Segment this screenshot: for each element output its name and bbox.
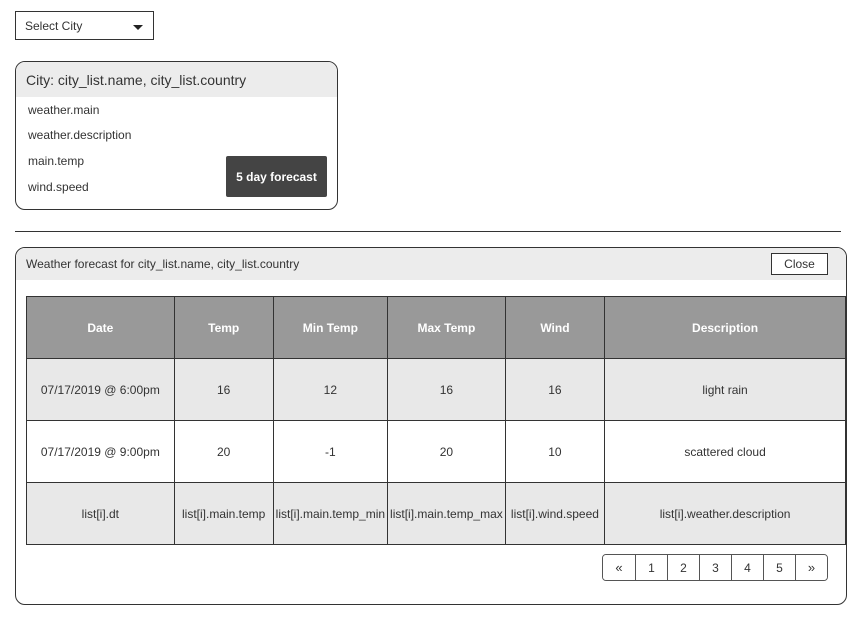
field-weather-description: weather.description xyxy=(28,128,132,142)
column-header-temp: Temp xyxy=(173,296,274,359)
cell-description: light rain xyxy=(604,358,846,421)
forecast-panel-title: Weather forecast for city_list.name, cit… xyxy=(26,257,300,271)
city-card-title: City: city_list.name, city_list.country xyxy=(16,62,337,97)
column-header-min-temp: Min Temp xyxy=(272,296,389,359)
cell-description: scattered cloud xyxy=(604,420,846,483)
field-main-temp: main.temp xyxy=(28,154,85,168)
field-weather-main: weather.main xyxy=(28,103,100,117)
cell-min-temp: -1 xyxy=(272,420,389,483)
forecast-table: Date Temp Min Temp Max Temp Wind Descrip… xyxy=(26,296,846,545)
cell-temp: 16 xyxy=(173,358,274,421)
cell-max-temp: list[i].main.temp_max xyxy=(387,482,506,545)
forecast-panel-header: Weather forecast for city_list.name, cit… xyxy=(16,248,846,280)
column-header-max-temp: Max Temp xyxy=(387,296,506,359)
cell-date: 07/17/2019 @ 6:00pm xyxy=(26,358,175,421)
five-day-forecast-button[interactable]: 5 day forecast xyxy=(226,156,327,197)
forecast-panel: Weather forecast for city_list.name, cit… xyxy=(15,247,847,605)
cell-max-temp: 20 xyxy=(387,420,506,483)
column-header-wind: Wind xyxy=(504,296,606,359)
cell-date: list[i].dt xyxy=(26,482,175,545)
pagination-prev-button[interactable]: « xyxy=(603,555,635,580)
table-row: 07/17/2019 @ 6:00pm 16 12 16 16 light ra… xyxy=(26,358,846,421)
pagination: « 1 2 3 4 5 » xyxy=(602,554,828,581)
close-button[interactable]: Close xyxy=(771,253,828,275)
cell-max-temp: 16 xyxy=(387,358,506,421)
field-wind-speed: wind.speed xyxy=(28,180,89,194)
table-header-row: Date Temp Min Temp Max Temp Wind Descrip… xyxy=(26,296,846,359)
pagination-page-1[interactable]: 1 xyxy=(635,555,667,580)
pagination-page-5[interactable]: 5 xyxy=(763,555,795,580)
city-weather-card: City: city_list.name, city_list.country … xyxy=(15,61,338,210)
cell-date: 07/17/2019 @ 9:00pm xyxy=(26,420,175,483)
pagination-page-2[interactable]: 2 xyxy=(667,555,699,580)
cell-min-temp: list[i].main.temp_min xyxy=(272,482,389,545)
column-header-description: Description xyxy=(604,296,846,359)
pagination-page-3[interactable]: 3 xyxy=(699,555,731,580)
pagination-next-button[interactable]: » xyxy=(795,555,827,580)
cell-wind: 10 xyxy=(504,420,606,483)
chevron-down-icon xyxy=(133,25,143,30)
cell-temp: list[i].main.temp xyxy=(173,482,274,545)
table-row: 07/17/2019 @ 9:00pm 20 -1 20 10 scattere… xyxy=(26,420,846,483)
cell-min-temp: 12 xyxy=(272,358,389,421)
cell-wind: 16 xyxy=(504,358,606,421)
pagination-page-4[interactable]: 4 xyxy=(731,555,763,580)
city-select-label: Select City xyxy=(25,18,83,33)
cell-temp: 20 xyxy=(173,420,274,483)
column-header-date: Date xyxy=(26,296,175,359)
section-divider xyxy=(15,231,841,232)
cell-description: list[i].weather.description xyxy=(604,482,846,545)
city-select-dropdown[interactable]: Select City xyxy=(15,11,154,40)
cell-wind: list[i].wind.speed xyxy=(504,482,606,545)
table-row: list[i].dt list[i].main.temp list[i].mai… xyxy=(26,482,846,545)
